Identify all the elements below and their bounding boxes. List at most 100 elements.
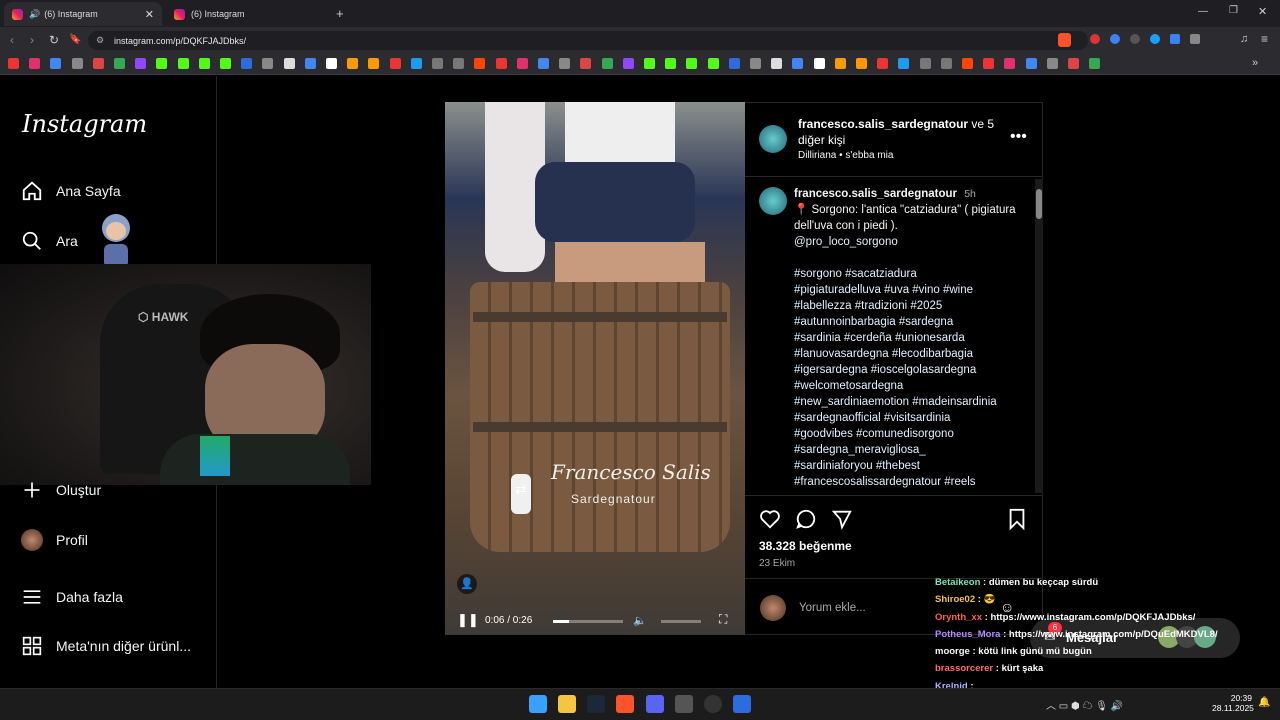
bookmark-favicon-icon[interactable] <box>834 58 846 69</box>
menu-icon[interactable]: ≡ <box>1261 32 1268 46</box>
bookmark-favicon-icon[interactable] <box>559 58 571 69</box>
extension-icon[interactable] <box>1150 34 1160 44</box>
bookmark-favicon-icon[interactable] <box>728 58 740 69</box>
minimize-button[interactable]: — <box>1198 6 1208 17</box>
volume-icon[interactable]: 🔈 <box>633 614 647 627</box>
scrollbar-thumb[interactable] <box>1036 189 1042 219</box>
bookmark-favicon-icon[interactable] <box>8 58 19 69</box>
sidebar-item-create[interactable]: Oluştur <box>20 476 101 504</box>
bookmark-favicon-icon[interactable] <box>792 58 804 69</box>
volume-slider[interactable] <box>661 620 701 623</box>
hashtag-line[interactable]: #francescosalissardegnatour #reels <box>794 474 1024 490</box>
bookmark-favicon-icon[interactable] <box>114 58 125 69</box>
hashtag-line[interactable]: #sardiniaforyou #thebest <box>794 458 1024 474</box>
steam-icon[interactable] <box>587 695 605 713</box>
bookmark-favicon-icon[interactable] <box>898 58 910 69</box>
bookmark-favicon-icon[interactable] <box>580 58 592 69</box>
bookmark-favicon-icon[interactable] <box>750 58 761 69</box>
pause-icon[interactable]: ❚❚ <box>457 612 479 628</box>
bookmark-favicon-icon[interactable] <box>813 58 825 69</box>
author-avatar[interactable] <box>759 125 787 153</box>
extension-icon[interactable] <box>1110 34 1120 44</box>
bookmark-favicon-icon[interactable] <box>516 58 528 69</box>
bookmark-favicon-icon[interactable] <box>71 58 83 69</box>
bookmark-favicon-icon[interactable] <box>856 58 867 69</box>
puzzle-icon[interactable] <box>1190 34 1200 44</box>
bookmark-favicon-icon[interactable] <box>1004 58 1016 69</box>
bookmark-favicon-icon[interactable] <box>601 58 613 69</box>
bookmark-favicon-icon[interactable] <box>919 58 931 69</box>
comment-icon[interactable] <box>795 508 817 535</box>
bookmark-favicon-icon[interactable] <box>156 58 168 69</box>
bookmark-icon[interactable]: 🔖 <box>69 34 81 45</box>
hashtag-line[interactable]: #goodvibes #comunedisorgono <box>794 426 1024 442</box>
forward-icon[interactable]: › <box>30 33 34 47</box>
bookmark-favicon-icon[interactable] <box>304 58 316 69</box>
bookmark-favicon-icon[interactable] <box>453 58 465 69</box>
discord-icon[interactable] <box>646 695 664 713</box>
sidebar-item-home[interactable]: Ana Sayfa <box>20 177 121 205</box>
bookmark-favicon-icon[interactable] <box>92 58 104 69</box>
comment-input[interactable]: Yorum ekle... <box>799 602 866 614</box>
bookmark-favicon-icon[interactable] <box>474 58 486 69</box>
bookmark-favicon-icon[interactable] <box>241 58 253 69</box>
mention-link[interactable]: @pro_loco_sorgono <box>794 236 898 248</box>
post-location[interactable]: Dilliriana • s'ebba mia <box>798 150 893 161</box>
bookmark-favicon-icon[interactable] <box>262 58 274 69</box>
bookmark-favicon-icon[interactable] <box>177 58 189 69</box>
hashtag-line[interactable]: #sardinia #cerdeña #unionesarda <box>794 330 1024 346</box>
close-tab-icon[interactable]: ✕ <box>145 8 154 21</box>
bookmark-favicon-icon[interactable] <box>962 58 973 69</box>
bookmark-favicon-icon[interactable] <box>1068 58 1079 69</box>
tray-icons[interactable]: ︿ ▭ ⬢ ☁ 🎙 🔊 <box>1046 697 1123 712</box>
sidebar-item-search[interactable]: Ara <box>20 227 78 255</box>
bookmark-favicon-icon[interactable] <box>771 58 783 69</box>
caption-avatar[interactable] <box>759 187 787 215</box>
browser-tab-active[interactable]: 🔊 (6) Instagram ✕ <box>4 2 162 26</box>
hashtag-line[interactable]: #sorgono #sacatziadura <box>794 266 1024 282</box>
bookmark-favicon-icon[interactable] <box>495 58 507 69</box>
bookmark-favicon-icon[interactable] <box>665 58 677 69</box>
hashtag-line[interactable]: #lanuovasardegna #lecodibarbagia <box>794 346 1024 362</box>
reload-icon[interactable]: ↻ <box>49 33 59 47</box>
caption-scrollbar[interactable] <box>1035 179 1043 493</box>
bookmark-favicon-icon[interactable] <box>283 58 295 69</box>
save-icon[interactable] <box>1007 508 1027 535</box>
bookmark-favicon-icon[interactable] <box>644 58 655 69</box>
bookmark-favicon-icon[interactable] <box>707 58 719 69</box>
instagram-logo[interactable]: Instagram <box>22 110 147 138</box>
user-tag-icon[interactable]: 👤 <box>457 574 477 594</box>
bookmark-favicon-icon[interactable] <box>29 58 41 69</box>
extension-icon[interactable] <box>1130 34 1140 44</box>
post-video[interactable]: Francesco Salis Sardegnatour ⇄ 👤 ❚❚ 0:06… <box>445 102 745 635</box>
video-progress-track[interactable] <box>553 620 623 623</box>
bookmark-favicon-icon[interactable] <box>135 58 147 69</box>
sidebar-item-profile[interactable]: Profil <box>20 526 88 554</box>
sidebar-item-meta[interactable]: Meta'nın diğer ürünl... <box>20 632 191 660</box>
hashtag-line[interactable]: #pigiaturadelluva #uva #vino #wine <box>794 282 1024 298</box>
share-icon[interactable] <box>831 508 853 535</box>
notification-icon[interactable]: 🔔 <box>1258 697 1270 708</box>
likes-count[interactable]: 38.328 beğenme <box>759 539 852 553</box>
bookmark-favicon-icon[interactable] <box>1046 58 1058 69</box>
bookmark-favicon-icon[interactable] <box>50 58 62 69</box>
bookmark-favicon-icon[interactable] <box>538 58 549 69</box>
more-options-icon[interactable]: ••• <box>1010 128 1027 146</box>
bookmark-favicon-icon[interactable] <box>940 58 952 69</box>
clock[interactable]: 20:39 28.11.2025 <box>1212 693 1254 713</box>
bookmark-favicon-icon[interactable] <box>983 58 995 69</box>
bookmark-favicon-icon[interactable] <box>410 58 422 69</box>
bookmark-favicon-icon[interactable] <box>198 58 210 69</box>
bookmark-favicon-icon[interactable] <box>389 58 401 69</box>
like-icon[interactable] <box>759 508 781 535</box>
file-explorer-icon[interactable] <box>558 695 576 713</box>
extension-icon[interactable] <box>1170 34 1180 44</box>
extension-icon[interactable] <box>1090 34 1100 44</box>
hashtag-line[interactable]: #igersardegna #ioscelgolasardegna <box>794 362 1024 378</box>
bookmark-favicon-icon[interactable] <box>877 58 889 69</box>
bookmark-favicon-icon[interactable] <box>347 58 359 69</box>
hashtag-line[interactable]: #welcometosardegna <box>794 378 1024 394</box>
app-icon[interactable] <box>733 695 751 713</box>
maximize-button[interactable]: ❐ <box>1229 5 1238 16</box>
more-bookmarks-icon[interactable]: » <box>1252 57 1258 69</box>
